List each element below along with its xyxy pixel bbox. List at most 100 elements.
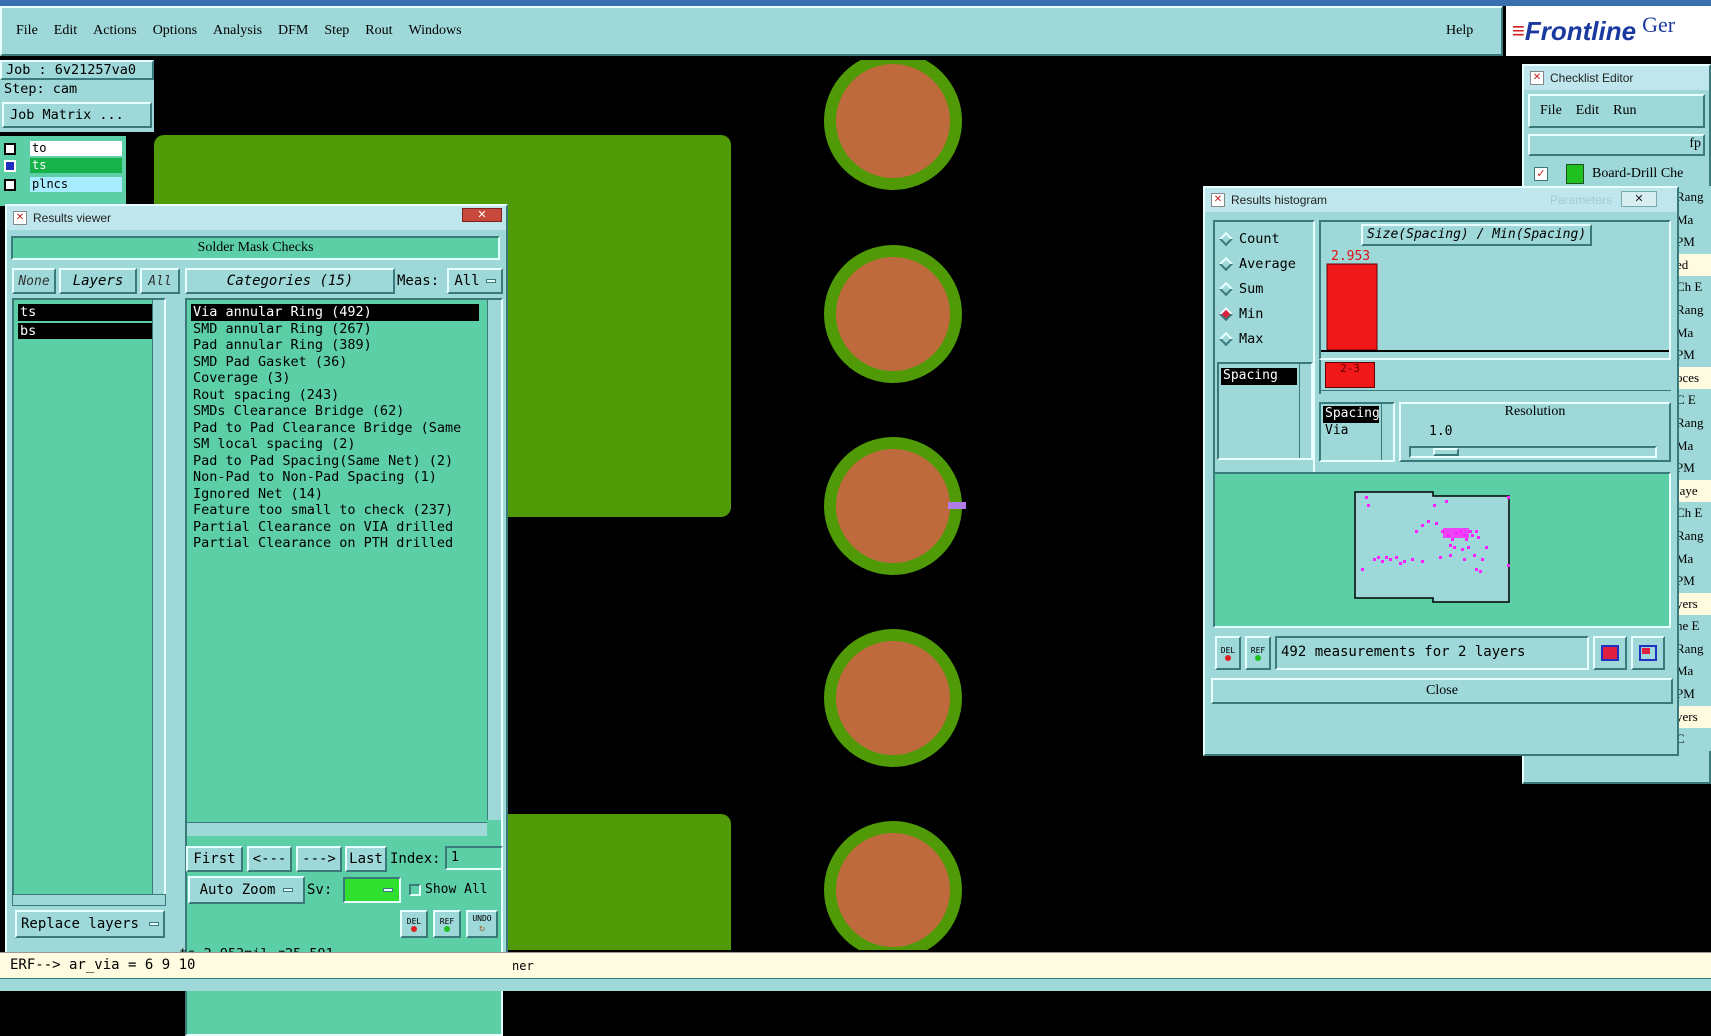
list-item[interactable]: Via [1323,423,1379,440]
radio-icon[interactable] [1218,231,1234,246]
category-item[interactable]: Pad to Pad Clearance Bridge (Same [191,420,479,437]
checklist-editor-titlebar[interactable]: ✕ Checklist Editor [1524,66,1709,90]
close-window-icon[interactable]: ✕ [1621,191,1657,207]
layers-hscrollbar[interactable] [12,894,166,906]
checkbox-icon[interactable] [409,883,421,896]
close-window-icon[interactable]: ✕ [462,208,502,222]
category-item[interactable]: Non-Pad to Non-Pad Spacing (1) [191,469,479,486]
undo-button[interactable]: UNDO ↻ [466,910,498,938]
category-item[interactable]: Ignored Net (14) [191,486,479,503]
meas-dropdown[interactable]: All [447,268,503,294]
checkmark-icon[interactable]: ✓ [1534,167,1548,181]
meas-listbox[interactable]: Spacing Via [1319,402,1395,462]
mode-radio-max[interactable]: Max [1218,326,1313,351]
checklist-menu-edit[interactable]: Edit [1576,103,1599,119]
ref-button[interactable]: REF [433,910,461,938]
sv-color-dropdown[interactable] [343,877,401,903]
radio-icon[interactable] [1218,306,1234,321]
checklist-menu-run[interactable]: Run [1613,103,1636,119]
category-item[interactable]: Partial Clearance on VIA drilled [191,519,479,536]
del-button[interactable]: DEL [400,910,428,938]
category-item[interactable]: Rout spacing (243) [191,387,479,404]
layers-button[interactable]: Layers [59,268,137,294]
histogram-close-button[interactable]: Close [1211,678,1673,704]
categories-button[interactable]: Categories (15) [185,268,395,294]
menu-help[interactable]: Help [1446,23,1473,39]
mode-radio-sum[interactable]: Sum [1218,276,1313,301]
index-input[interactable]: 1 [445,846,503,870]
param-listbox[interactable]: Spacing [1217,362,1313,460]
category-item[interactable]: Feature too small to check (237) [191,502,479,519]
layer-row-to[interactable]: to [4,140,122,157]
auto-zoom-dropdown[interactable]: Auto Zoom [188,876,305,904]
overview-ref-button[interactable]: REF [1245,636,1271,670]
category-item[interactable]: Via annular Ring (492) [191,304,479,321]
histogram-bin[interactable]: 2-3 [1325,362,1375,388]
list-item[interactable]: Spacing [1323,406,1380,423]
next-button[interactable]: ---> [296,846,342,872]
job-matrix-button[interactable]: Job Matrix ... [2,102,152,128]
list-item[interactable]: ts [18,304,160,321]
checklist-row[interactable]: ✓ Board-Drill Che [1528,162,1705,186]
histogram-titlebar[interactable]: ✕ Results histogram Parameters ✕ [1205,188,1677,212]
list-item[interactable]: Spacing [1221,368,1297,385]
dropdown-icon [485,279,496,283]
category-item[interactable]: SMD annular Ring (267) [191,321,479,338]
scrollbar-vertical[interactable] [1299,364,1311,458]
layer-row-ts[interactable]: ts [4,157,122,174]
layer-row-plncs[interactable]: plncs [4,176,122,193]
overview-del-button[interactable]: DEL [1215,636,1241,670]
menu-edit[interactable]: Edit [54,23,77,39]
category-item[interactable]: Pad to Pad Spacing(Same Net) (2) [191,453,479,470]
category-item[interactable]: Partial Clearance on PTH drilled [191,535,479,552]
radio-icon[interactable] [1218,256,1234,271]
slider-thumb[interactable] [1433,448,1459,456]
none-button[interactable]: None [12,268,56,294]
window-icon: ✕ [1530,71,1544,85]
scrollbar-vertical[interactable] [1381,404,1393,460]
checkbox-icon[interactable] [4,178,16,191]
prev-button[interactable]: <--- [247,846,292,872]
mode-radio-average[interactable]: Average [1218,251,1313,276]
scrollbar-vertical[interactable] [152,300,164,896]
menu-file[interactable]: File [16,23,38,39]
layers-listbox[interactable]: ts bs [12,298,166,898]
results-viewer-titlebar[interactable]: ✕ Results viewer ✕ [7,206,506,230]
mode-radio-min[interactable]: Min [1218,301,1313,326]
last-button[interactable]: Last [345,846,387,872]
menu-analysis[interactable]: Analysis [213,23,262,39]
histogram-bar[interactable] [1326,263,1378,351]
dropdown-icon [383,888,393,892]
show-all-checkbox[interactable]: Show All [409,882,488,897]
scrollbar-horizontal[interactable] [187,822,487,836]
zoom-fit-button[interactable] [1631,636,1665,670]
menu-options[interactable]: Options [153,23,197,39]
radio-icon[interactable] [1218,331,1234,346]
zoom-area-button[interactable] [1593,636,1627,670]
list-item[interactable]: bs [18,322,160,339]
category-item[interactable]: Coverage (3) [191,370,479,387]
radio-icon[interactable] [1218,281,1234,296]
category-item[interactable]: SM local spacing (2) [191,436,479,453]
replace-layers-dropdown[interactable]: Replace layers [15,910,165,938]
error-dot [1421,560,1424,563]
menu-windows[interactable]: Windows [409,23,462,39]
menu-dfm[interactable]: DFM [278,23,308,39]
menu-step[interactable]: Step [324,23,349,39]
checklist-menu-file[interactable]: File [1540,103,1562,119]
category-item[interactable]: Pad annular Ring (389) [191,337,479,354]
first-button[interactable]: First [186,846,243,872]
category-item[interactable]: SMD Pad Gasket (36) [191,354,479,371]
resolution-slider[interactable] [1409,446,1657,458]
checkbox-icon[interactable] [4,159,16,172]
checkbox-icon[interactable] [4,142,16,155]
all-layers-button[interactable]: All [140,268,180,294]
mode-radio-count[interactable]: Count [1218,226,1313,251]
scrollbar-vertical[interactable] [487,300,501,820]
category-item[interactable]: SMDs Clearance Bridge (62) [191,403,479,420]
menu-rout[interactable]: Rout [365,23,392,39]
brand-partial: Ger [1642,12,1676,37]
menu-actions[interactable]: Actions [93,23,137,39]
board-overview[interactable] [1213,472,1671,628]
scrollbar-horizontal[interactable] [1321,390,1671,400]
